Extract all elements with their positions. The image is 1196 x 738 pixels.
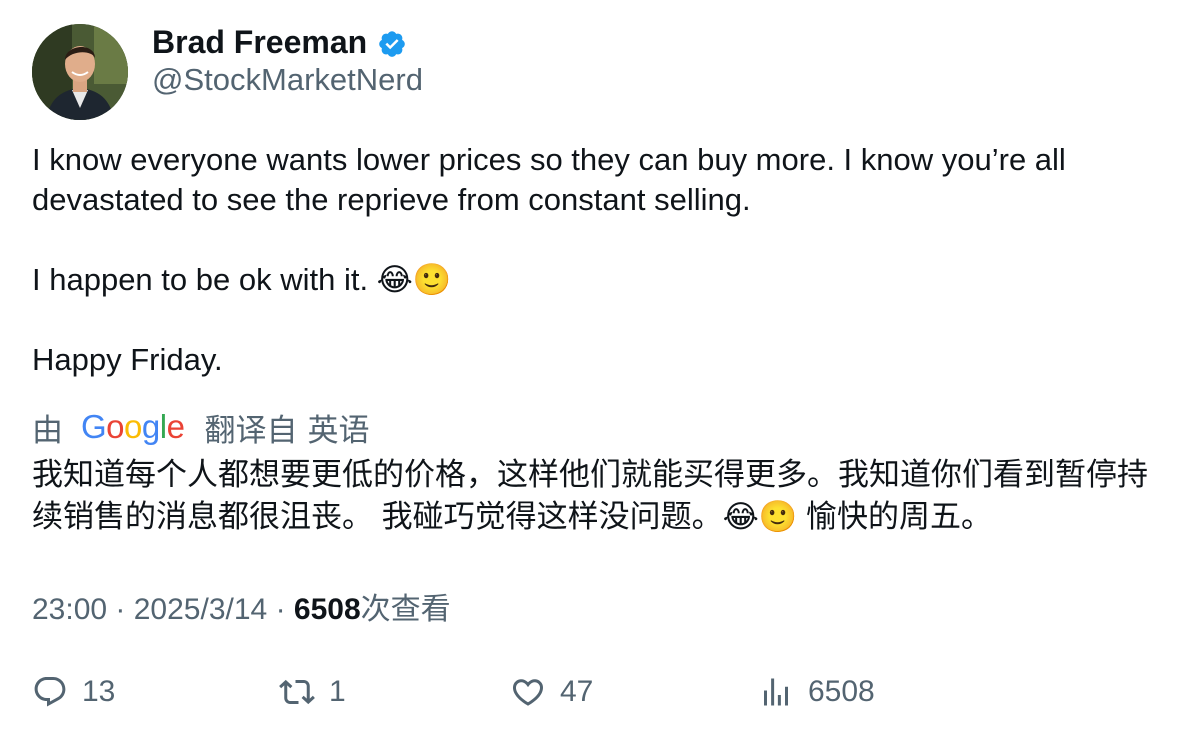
views-button[interactable]: 6508 xyxy=(758,670,875,714)
source-language[interactable]: 英语 xyxy=(307,405,369,450)
tweet-paragraph: Happy Friday. xyxy=(32,342,223,377)
retweet-icon xyxy=(279,674,315,710)
avatar[interactable] xyxy=(32,24,128,120)
profile-photo xyxy=(32,24,128,120)
tweet-meta: 23:00 · 2025/3/14 · 6508次查看 xyxy=(32,584,451,628)
bar-chart-icon xyxy=(758,674,794,710)
translation-attribution: 由 Google 翻译自 英语 xyxy=(32,404,369,450)
retweet-count: 1 xyxy=(329,675,346,708)
views-action-count: 6508 xyxy=(808,675,875,708)
meta-separator: · xyxy=(275,593,294,626)
tweet-text: I know everyone wants lower prices so th… xyxy=(32,140,1162,380)
translated-from-label: 翻译自 xyxy=(204,412,298,448)
translation-by-label: 由 xyxy=(32,412,63,448)
heart-icon xyxy=(510,674,546,710)
retweet-button[interactable]: 1 xyxy=(279,670,346,714)
tweet-paragraph: I know everyone wants lower prices so th… xyxy=(32,142,1075,217)
reply-button[interactable]: 13 xyxy=(32,670,115,714)
verified-badge-icon xyxy=(377,29,407,59)
author-handle[interactable]: @StockMarketNerd xyxy=(152,62,423,98)
google-logo-icon: Google xyxy=(81,408,185,445)
tweet-time[interactable]: 23:00 xyxy=(32,593,107,626)
meta-separator: · xyxy=(115,593,134,626)
tweet-paragraph: I happen to be ok with it. 😂🙂 xyxy=(32,262,452,297)
views-count: 6508 xyxy=(293,593,361,626)
action-bar: 13 1 47 6508 xyxy=(0,670,1196,714)
tweet-date[interactable]: 2025/3/14 xyxy=(134,593,267,626)
reply-count: 13 xyxy=(82,675,116,708)
display-name[interactable]: Brad Freeman xyxy=(152,24,367,61)
translated-tweet-text: 我知道每个人都想要更低的价格，这样他们就能买得更多。我知道你们看到暂停持续销售的… xyxy=(32,457,1148,534)
views-label: 次查看 xyxy=(360,593,451,626)
like-button[interactable]: 47 xyxy=(510,670,593,714)
reply-icon xyxy=(32,674,68,710)
like-count: 47 xyxy=(560,675,594,708)
author-name-row: Brad Freeman xyxy=(152,22,407,62)
